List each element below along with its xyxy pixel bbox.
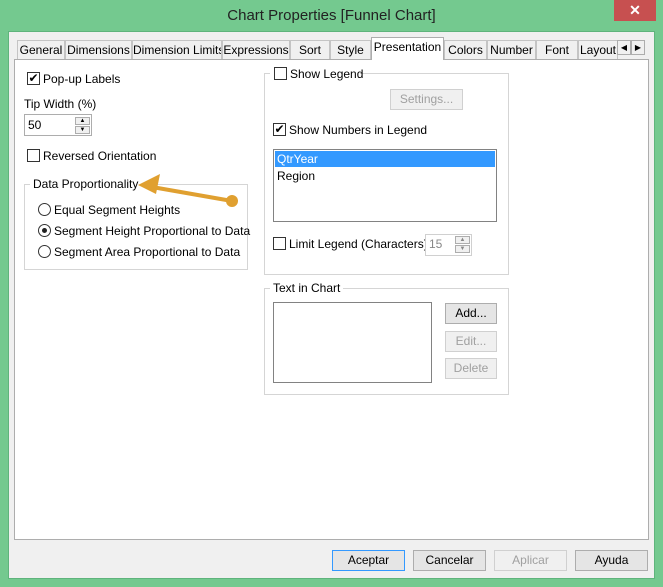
tab-sort[interactable]: Sort: [290, 40, 330, 60]
reversed-orientation-label: Reversed Orientation: [43, 149, 157, 163]
show-numbers-checkbox[interactable]: ✔: [273, 123, 286, 136]
tab-scroll-left-icon[interactable]: ◀: [617, 40, 631, 55]
tab-style[interactable]: Style: [330, 40, 371, 60]
text-in-chart-list[interactable]: [273, 302, 432, 383]
show-numbers-label: Show Numbers in Legend: [289, 123, 428, 137]
popup-labels-label: Pop-up Labels: [43, 72, 121, 86]
show-legend-label: Show Legend: [290, 67, 364, 81]
limit-legend-checkbox[interactable]: [273, 237, 286, 250]
popup-labels-checkbox[interactable]: ✔: [27, 72, 40, 85]
tab-presentation[interactable]: Presentation: [371, 37, 444, 60]
tab-expressions[interactable]: Expressions: [222, 40, 290, 60]
equal-segment-heights-radio[interactable]: [38, 203, 51, 216]
help-button[interactable]: Ayuda: [575, 550, 648, 571]
segment-area-proportional-label: Segment Area Proportional to Data: [54, 245, 241, 259]
add-button[interactable]: Add...: [445, 303, 497, 324]
tab-dimension-limits[interactable]: Dimension Limits: [132, 40, 222, 60]
tab-font[interactable]: Font: [536, 40, 578, 60]
text-in-chart-title: Text in Chart: [270, 281, 344, 295]
tip-width-value: 50: [28, 118, 42, 132]
limit-up-icon[interactable]: ▲: [455, 236, 470, 244]
close-button[interactable]: ✕: [614, 0, 656, 21]
limit-down-icon[interactable]: ▼: [455, 245, 470, 253]
data-proportionality-title: Data Proportionality: [30, 177, 142, 191]
tab-layout[interactable]: Layout: [578, 40, 618, 60]
close-icon: ✕: [629, 2, 641, 18]
list-item[interactable]: Region: [274, 168, 496, 184]
tab-scroll-right-icon[interactable]: ▶: [631, 40, 645, 55]
cancel-button[interactable]: Cancelar: [413, 550, 486, 571]
legend-list[interactable]: QtrYear Region: [273, 149, 497, 222]
segment-height-proportional-label: Segment Height Proportional to Data: [54, 224, 251, 238]
reversed-orientation-checkbox[interactable]: [27, 149, 40, 162]
annotation-arrow: [138, 174, 238, 207]
segment-height-proportional-radio[interactable]: [38, 224, 51, 237]
tip-width-down-icon[interactable]: ▼: [75, 126, 90, 134]
window-title: Chart Properties [Funnel Chart]: [227, 7, 436, 24]
tab-general[interactable]: General: [17, 40, 65, 60]
edit-button[interactable]: Edit...: [445, 331, 497, 352]
show-legend-checkbox[interactable]: [274, 67, 287, 80]
tip-width-label: Tip Width (%): [24, 97, 97, 111]
tip-width-up-icon[interactable]: ▲: [75, 117, 90, 125]
apply-button[interactable]: Aplicar: [494, 550, 567, 571]
ok-button[interactable]: Aceptar: [332, 550, 405, 571]
settings-button[interactable]: Settings...: [390, 89, 463, 110]
limit-legend-value: 15: [429, 237, 443, 251]
list-item[interactable]: QtrYear: [275, 151, 495, 167]
limit-legend-label: Limit Legend (Characters): [289, 237, 428, 251]
delete-button[interactable]: Delete: [445, 358, 497, 379]
tab-number[interactable]: Number: [487, 40, 536, 60]
tab-dimensions[interactable]: Dimensions: [65, 40, 132, 60]
segment-area-proportional-radio[interactable]: [38, 245, 51, 258]
tab-colors[interactable]: Colors: [444, 40, 487, 60]
